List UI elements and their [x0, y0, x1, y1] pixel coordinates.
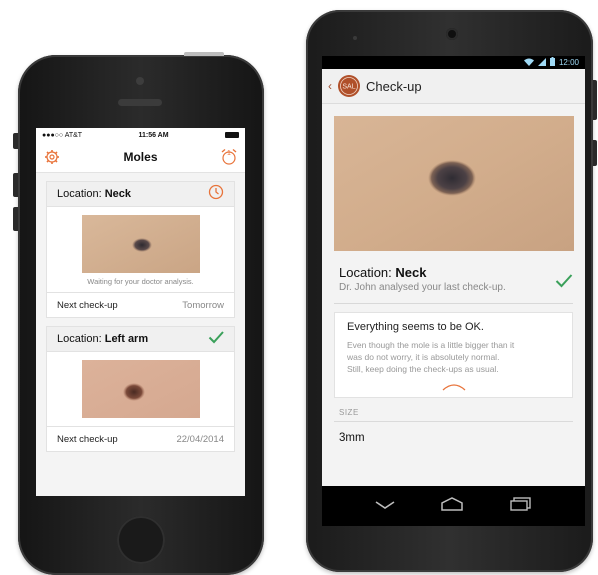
card-header: Location: Neck [47, 182, 234, 207]
message-heading: Everything seems to be OK. [347, 321, 484, 333]
location-name: Neck [395, 265, 427, 280]
size-value: 3mm [339, 432, 365, 444]
volume-rocker [593, 80, 597, 120]
home-icon[interactable] [440, 496, 464, 516]
power-button [593, 140, 597, 166]
checkup-location: Location: Neck [339, 265, 506, 280]
card-location: Location: Left arm [57, 333, 148, 345]
earpiece-speaker [118, 99, 162, 106]
volume-up-button [13, 173, 18, 197]
front-camera [136, 77, 144, 85]
mole-photo [333, 116, 574, 251]
checkup-content: Location: Neck Dr. John analysed your la… [322, 104, 585, 486]
location-header: Location: Neck Dr. John analysed your la… [322, 251, 585, 293]
footer-value: Tomorrow [182, 299, 224, 311]
location-name: Left arm [104, 333, 149, 345]
card-footer: Next check-up Tomorrow [47, 292, 234, 317]
page-title: Check-up [366, 78, 422, 94]
gear-icon[interactable] [42, 147, 62, 167]
checkmark-icon [555, 273, 573, 293]
proximity-sensor [353, 36, 357, 40]
message-line: Even though the mole is a little bigger … [347, 340, 515, 350]
android-device: 12:00 ‹ SAL Check-up Location: Neck Dr. … [306, 10, 597, 572]
battery-icon [224, 131, 239, 139]
checkmark-icon [208, 330, 224, 349]
app-logo-text: SAL [342, 84, 355, 91]
wifi-icon [523, 58, 534, 68]
mole-card-neck[interactable]: Location: Neck Waiting for your doctor a… [46, 181, 235, 318]
footer-label: Next check-up [57, 299, 118, 311]
action-bar: ‹ SAL Check-up [322, 69, 585, 104]
volume-down-button [13, 207, 18, 231]
android-status-bar: 12:00 [322, 56, 585, 69]
iphone-screen: ●●●○○ AT&T 11:56 AM Moles 1 Location: Ne… [36, 128, 245, 496]
android-screen: 12:00 ‹ SAL Check-up Location: Neck Dr. … [322, 56, 585, 526]
footer-label: Next check-up [57, 433, 118, 445]
divider [334, 303, 573, 304]
back-chevron-icon[interactable]: ‹ [328, 79, 332, 93]
timer-icon [208, 184, 224, 205]
location-prefix: Location: [57, 333, 102, 345]
alarm-badge-number: 1 [227, 150, 231, 157]
message-body: Even though the mole is a little bigger … [347, 339, 560, 375]
clock-label: 12:00 [558, 58, 579, 67]
nav-bar: Moles 1 [36, 142, 245, 173]
mole-photo [81, 360, 200, 418]
collapse-chevron-icon[interactable] [347, 379, 560, 391]
recent-apps-icon[interactable] [509, 496, 533, 516]
location-prefix: Location: [339, 265, 392, 280]
back-icon[interactable] [374, 497, 396, 515]
ios-status-bar: ●●●○○ AT&T 11:56 AM [36, 128, 245, 142]
footer-value: 22/04/2014 [176, 433, 224, 445]
mole-card-left-arm[interactable]: Location: Left arm Next check-up 22/04/2… [46, 326, 235, 452]
clock-label: 11:56 AM [138, 131, 169, 139]
carrier-label: ●●●○○ AT&T [42, 131, 83, 139]
front-camera [446, 28, 458, 40]
card-note: Waiting for your doctor analysis. [87, 277, 194, 286]
doctor-note: Dr. John analysed your last check-up. [339, 282, 506, 293]
card-footer: Next check-up 22/04/2014 [47, 426, 234, 451]
battery-icon [549, 57, 555, 68]
alarm-clock-icon[interactable]: 1 [219, 147, 239, 167]
message-line: was do not worry, it is absolutely norma… [347, 352, 500, 362]
signal-icon [537, 57, 546, 68]
iphone-device: ●●●○○ AT&T 11:56 AM Moles 1 Location: Ne… [13, 52, 264, 575]
page-title: Moles [123, 150, 158, 164]
power-button [184, 52, 224, 56]
system-nav-bar [322, 486, 585, 526]
app-logo[interactable]: SAL [338, 75, 360, 97]
location-name: Neck [104, 188, 132, 200]
mole-photo [81, 215, 200, 273]
card-location: Location: Neck [57, 188, 131, 200]
home-button[interactable] [117, 516, 165, 564]
location-prefix: Location: [57, 188, 102, 200]
message-line: Still, keep doing the check-ups as usual… [347, 364, 499, 374]
message-card[interactable]: Everything seems to be OK. Even though t… [334, 312, 573, 398]
size-label: SIZE [339, 408, 359, 417]
mute-switch [13, 133, 18, 149]
card-header: Location: Left arm [47, 327, 234, 352]
